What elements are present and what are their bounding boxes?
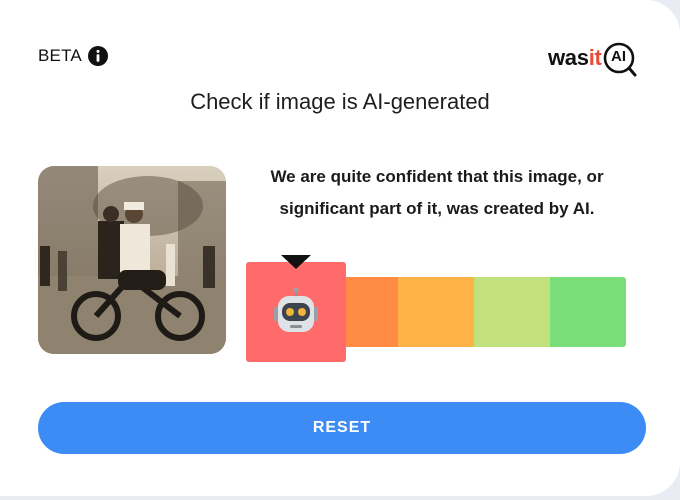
scale-segment — [398, 277, 474, 347]
wasitai-logo[interactable]: was it AI — [548, 40, 637, 77]
scale-pointer — [281, 255, 311, 269]
verdict-line-1: We are quite confident that this image, … — [270, 167, 604, 186]
beta-label: BETA — [38, 46, 82, 65]
active-scale-segment — [246, 262, 346, 362]
scale-segment — [550, 277, 626, 347]
beta-indicator: BETA — [38, 46, 108, 66]
page-title: Check if image is AI-generated — [190, 89, 490, 114]
uploaded-image — [38, 166, 226, 354]
reset-button[interactable]: RESET — [38, 402, 646, 454]
detector-card: BETA was it AI Check if image is AI-gene… — [0, 0, 680, 496]
verdict-line-2: significant part of it, was created by A… — [279, 199, 595, 218]
verdict-text: We are quite confident that this image, … — [244, 161, 630, 225]
logo-ai-text: AI — [611, 48, 627, 65]
info-icon[interactable] — [87, 46, 108, 66]
logo-it-text: it — [588, 45, 602, 70]
scale-segment — [474, 277, 550, 347]
logo-ai-badge: AI — [603, 42, 637, 77]
robot-icon — [274, 287, 318, 332]
logo-was-text: was — [548, 45, 589, 70]
